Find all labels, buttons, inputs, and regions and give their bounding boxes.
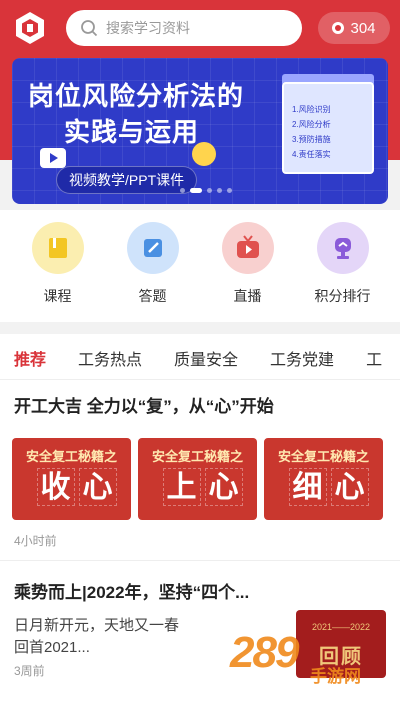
board-item: 1.风险识别 [292, 105, 331, 114]
search-placeholder: 搜索学习资料 [106, 20, 190, 36]
nav-item-course[interactable]: 课程 [18, 222, 98, 320]
article-image-row: 安全复工秘籍之 收心 安全复工秘籍之 上心 安全复工秘籍之 细心 [12, 438, 383, 520]
tile-char: 心 [78, 468, 117, 506]
board-item: 3.预防措施 [292, 135, 331, 144]
tab-recommend[interactable]: 推荐 [14, 346, 46, 379]
article-title[interactable]: 乘势而上|2022年，坚持“四个... [14, 578, 249, 603]
board-item: 4.责任落实 [292, 150, 331, 159]
carousel-dot-active[interactable] [190, 188, 202, 193]
quick-nav: 课程 答题 直播 积分排行 [0, 210, 400, 320]
tile-char: 细 [288, 468, 327, 506]
nav-item-live[interactable]: 直播 [208, 222, 288, 320]
nav-label: 积分排行 [314, 288, 371, 304]
nav-label: 直播 [233, 288, 262, 304]
thumb-caption: 2021——2022 [311, 622, 371, 632]
search-bar[interactable]: 搜索学习资料 [66, 10, 302, 46]
banner-pill: 视频教学/PPT课件 [56, 166, 198, 194]
ppt-icon [192, 142, 216, 166]
tile-char: 上 [162, 468, 201, 506]
category-tabs: 推荐 工务热点 质量安全 工务党建 工 [0, 336, 400, 380]
book-icon [31, 222, 84, 274]
article-summary: 日月新开元，天地又一春 [14, 617, 180, 634]
carousel-dot[interactable] [217, 188, 222, 193]
tab-work-hotspot[interactable]: 工务热点 [78, 346, 142, 370]
article-title[interactable]: 开工大吉 全力以“复”，从“心”开始 [0, 392, 400, 417]
thumb-text: 回顾 [319, 646, 363, 668]
carousel-dot[interactable] [180, 188, 185, 193]
points-value: 304 [350, 19, 376, 37]
article-divider [0, 560, 400, 561]
tab-party-building[interactable]: 工务党建 [270, 346, 334, 370]
board-item: 2.风险分析 [292, 120, 331, 129]
search-icon [81, 20, 98, 37]
section-divider [0, 322, 400, 334]
nav-item-quiz[interactable]: 答题 [113, 222, 193, 320]
banner-board: 1.风险识别 2.风险分析 3.预防措施 4.责任落实 [282, 82, 374, 174]
tv-icon [221, 222, 274, 274]
carousel-indicator[interactable] [180, 188, 232, 193]
tile-caption: 安全复工秘籍之 [151, 449, 243, 464]
promo-banner[interactable]: 岗位风险分析法的 实践与运用 视频教学/PPT课件 1.风险识别 2.风险分析 … [12, 58, 388, 204]
video-icon [40, 148, 66, 168]
edit-icon [126, 222, 179, 274]
tab-more[interactable]: 工 [366, 346, 382, 370]
top-bar: 搜索学习资料 304 [0, 0, 400, 56]
coin-icon [332, 22, 345, 34]
tile-caption: 安全复工秘籍之 [277, 449, 369, 464]
article-thumbnail[interactable]: 2021——2022 回顾 [296, 610, 386, 678]
trophy-icon [316, 222, 369, 274]
nav-label: 课程 [43, 288, 72, 304]
carousel-dot[interactable] [207, 188, 212, 193]
article-card[interactable]: 开工大吉 全力以“复”，从“心”开始 安全复工秘籍之 收心 安全复工秘籍之 上心… [0, 392, 400, 548]
article-timestamp: 3周前 [14, 664, 45, 678]
app-logo-icon[interactable] [12, 10, 48, 46]
article-timestamp: 4小时前 [14, 534, 57, 548]
tile-char: 收 [36, 468, 75, 506]
banner-title-line2: 实践与运用 [64, 117, 200, 147]
tab-quality-safety[interactable]: 质量安全 [174, 346, 238, 370]
nav-label: 答题 [138, 288, 167, 304]
points-badge[interactable]: 304 [318, 12, 390, 44]
article-image-tile[interactable]: 安全复工秘籍之 上心 [138, 438, 257, 520]
tile-caption: 安全复工秘籍之 [25, 449, 117, 464]
nav-item-ranking[interactable]: 积分排行 [303, 222, 383, 320]
watermark-number: 289 [230, 628, 299, 677]
article-image-tile[interactable]: 安全复工秘籍之 细心 [264, 438, 383, 520]
article-image-tile[interactable]: 安全复工秘籍之 收心 [12, 438, 131, 520]
tile-char: 心 [204, 468, 243, 506]
tile-char: 心 [330, 468, 369, 506]
article-summary: 回首2021... [14, 639, 90, 656]
banner-title-line1: 岗位风险分析法的 [28, 81, 245, 111]
carousel-dot[interactable] [227, 188, 232, 193]
